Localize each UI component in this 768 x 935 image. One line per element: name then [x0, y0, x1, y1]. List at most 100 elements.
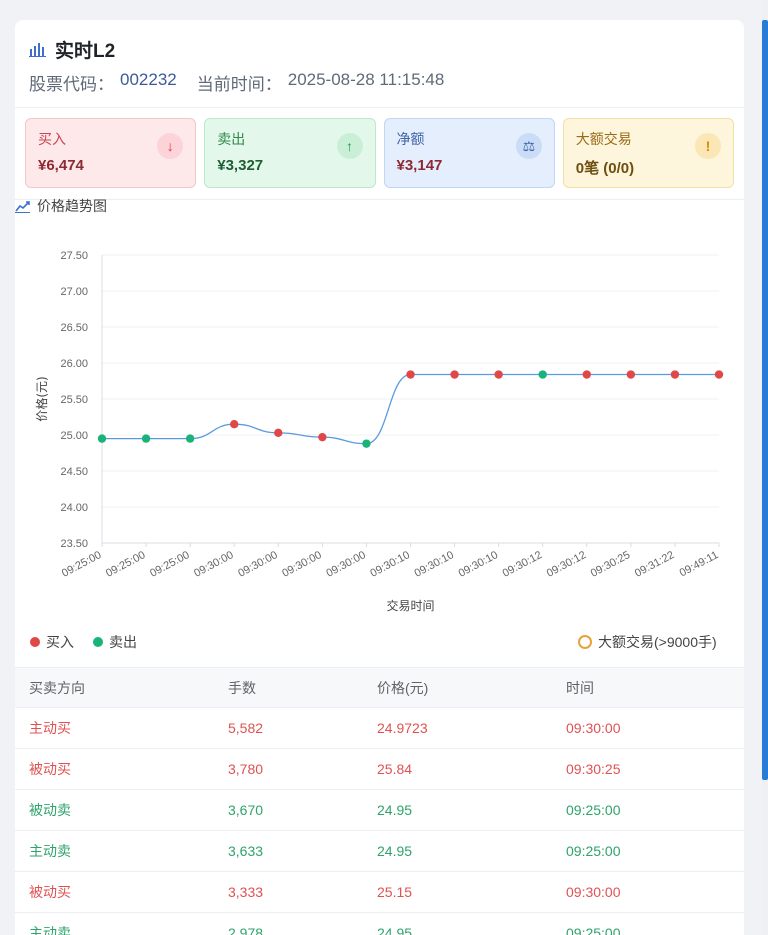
legend-sell-label: 卖出 [109, 634, 137, 650]
cell-direction: 被动买 [15, 871, 214, 913]
cell-price: 24.95 [363, 789, 552, 831]
sell-point[interactable] [141, 434, 151, 443]
line-chart-icon [15, 201, 30, 213]
x-tick-label: 09:25:00 [104, 549, 147, 580]
price-trend-chart: 23.50 24.00 24.50 25.00 25.50 26.00 26.50 27.00… [34, 250, 724, 613]
x-tick-label: 09:30:12 [501, 549, 544, 580]
y-tick-label: 27.50 [60, 250, 88, 262]
buy-dot-icon [30, 637, 40, 647]
y-tick-label: 24.50 [60, 466, 88, 478]
x-tick-label: 09:30:00 [280, 549, 323, 580]
sell-point[interactable] [185, 434, 195, 443]
price-series-line [101, 373, 719, 445]
cell-time: 09:25:00 [552, 830, 744, 872]
cell-price: 24.9723 [363, 707, 552, 749]
table-row[interactable]: 被动买 3,780 25.84 09:30:25 [15, 748, 744, 790]
arrow-up-icon: ↑ [336, 133, 363, 159]
page-title: 实时L2 [55, 40, 116, 62]
y-tick-label: 23.50 [60, 538, 88, 550]
panel-header: 实时L2 股票代码： 002232 当前时间： 2025-08-28 11:15… [15, 20, 744, 108]
cell-volume: 3,333 [214, 871, 363, 913]
cell-direction: 主动卖 [15, 912, 214, 935]
cell-time: 09:30:00 [552, 871, 744, 913]
buy-point[interactable] [626, 370, 636, 379]
x-tick-label: 09:30:00 [324, 549, 367, 580]
cell-time: 09:30:00 [552, 707, 744, 749]
stock-code: 002232 [120, 70, 177, 89]
cell-time: 09:25:00 [552, 789, 744, 831]
table-row[interactable]: 主动卖 3,633 24.95 09:25:00 [15, 830, 744, 872]
x-tick-label: 09:25:00 [148, 549, 191, 580]
buy-point[interactable] [318, 432, 327, 442]
buy-point[interactable] [670, 370, 680, 379]
stat-value: ¥3,327 [217, 157, 264, 174]
sell-point[interactable] [538, 370, 547, 379]
legend-sell[interactable]: 卖出 [93, 632, 137, 652]
y-axis-label: 价格(元) [34, 376, 49, 421]
y-tick-label: 26.50 [60, 322, 88, 334]
cell-price: 24.95 [363, 830, 552, 872]
balance-scale-icon: ⚖ [515, 133, 542, 159]
buy-point[interactable] [274, 428, 283, 438]
stat-card-sell: 卖出 ¥3,327 ↑ [204, 118, 376, 188]
cell-volume: 3,633 [214, 830, 363, 872]
x-tick-label: 09:30:25 [589, 549, 632, 580]
current-time: 2025-08-28 11:15:48 [287, 70, 445, 89]
sell-point[interactable] [362, 439, 371, 448]
stat-value: ¥3,147 [396, 157, 443, 174]
cell-direction: 主动买 [15, 707, 214, 749]
buy-point[interactable] [406, 370, 415, 379]
chart-title: 价格趋势图 [15, 196, 107, 216]
col-header-direction[interactable]: 买卖方向 [15, 667, 214, 708]
col-header-price[interactable]: 价格(元) [363, 667, 552, 708]
buy-point[interactable] [582, 370, 591, 379]
cell-direction: 主动卖 [15, 830, 214, 872]
col-header-volume[interactable]: 手数 [214, 667, 363, 708]
cell-price: 25.15 [363, 871, 552, 913]
chart-title-text: 价格趋势图 [37, 198, 107, 214]
col-header-time[interactable]: 时间 [552, 667, 744, 708]
stat-card-large-trades: 大额交易 0笔 (0/0) ! [562, 118, 734, 188]
cell-volume: 2,978 [214, 912, 363, 935]
cell-time: 09:25:00 [552, 912, 744, 935]
buy-point[interactable] [714, 370, 724, 379]
buy-point[interactable] [494, 370, 503, 379]
bar-chart-icon [29, 43, 46, 57]
x-tick-label: 09:25:00 [60, 549, 103, 580]
x-tick-label: 09:30:10 [368, 549, 411, 580]
y-tick-label: 25.00 [60, 430, 88, 442]
y-tick-label: 25.50 [60, 394, 88, 406]
sell-point[interactable] [97, 434, 107, 443]
legend-buy[interactable]: 买入 [30, 632, 74, 652]
cell-volume: 3,670 [214, 789, 363, 831]
stat-card-net: 净额 ¥3,147 ⚖ [383, 118, 555, 188]
cell-direction: 被动买 [15, 748, 214, 790]
stock-code-label: 股票代码： [29, 75, 114, 94]
arrow-down-icon: ↓ [157, 133, 184, 159]
chart-legend: 买入 卖出 大额交易(>9000手) [15, 632, 744, 652]
legend-buy-label: 买入 [46, 634, 74, 650]
y-tick-label: 24.00 [60, 502, 88, 514]
trade-table: 买卖方向 手数 价格(元) 时间 主动买 5,582 24.9723 09:30:00… [15, 667, 744, 935]
buy-point[interactable] [450, 370, 459, 379]
x-tick-label: 09:30:10 [413, 549, 456, 580]
table-row[interactable]: 主动买 5,582 24.9723 09:30:00 [15, 707, 744, 749]
large-trade-ring-icon [578, 635, 592, 649]
y-tick-label: 27.00 [60, 286, 88, 298]
legend-large-trade[interactable]: 大额交易(>9000手) [578, 632, 717, 652]
x-tick-label: 09:49:11 [678, 549, 721, 579]
table-row[interactable]: 主动卖 2,978 24.95 09:25:00 [15, 912, 744, 935]
current-time-label: 当前时间： [196, 75, 282, 94]
buy-point[interactable] [230, 420, 239, 429]
table-row[interactable]: 被动买 3,333 25.15 09:30:00 [15, 871, 744, 913]
scrollbar-thumb[interactable] [762, 20, 768, 780]
stat-value: 0笔 (0/0) [575, 160, 635, 177]
x-tick-label: 09:31:22 [633, 549, 676, 580]
cell-direction: 被动卖 [15, 789, 214, 831]
table-row[interactable]: 被动卖 3,670 24.95 09:25:00 [15, 789, 744, 831]
stat-value: ¥6,474 [38, 157, 84, 174]
summary-stats: 买入 ¥6,474 ↓ 卖出 ¥3,327 ↑ 净额 ¥3,147 ⚖ 大额交易… [15, 108, 744, 200]
cell-time: 09:30:25 [552, 748, 744, 790]
x-axis-label: 交易时间 [386, 598, 434, 613]
legend-large-trade-label: 大额交易(>9000手) [598, 634, 717, 650]
